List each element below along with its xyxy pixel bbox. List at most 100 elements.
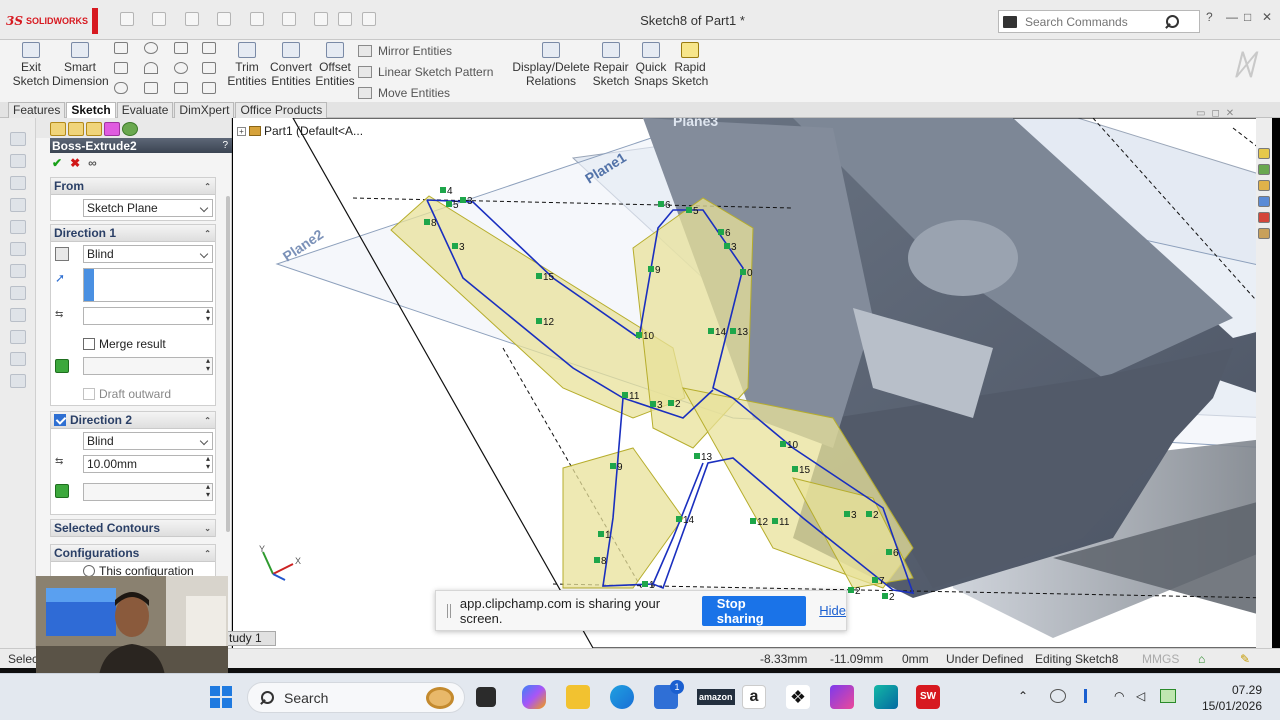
draft-outward-checkbox[interactable] [83, 388, 95, 400]
draft-icon[interactable] [55, 359, 69, 373]
convert-entities-button[interactable]: Convert Entities [270, 40, 312, 88]
search-icon[interactable] [1165, 14, 1179, 29]
axis-tool-icon[interactable] [10, 286, 26, 300]
display-tool-icon[interactable] [10, 198, 26, 212]
relation-marker[interactable] [792, 466, 798, 472]
relation-marker[interactable] [622, 392, 628, 398]
rectangle-icon[interactable] [114, 62, 128, 74]
slot-icon[interactable] [114, 82, 128, 94]
drag-handle-icon[interactable] [447, 603, 451, 618]
direction2-draft-input[interactable] [83, 483, 213, 501]
fillet-tool-icon[interactable] [10, 220, 26, 234]
quick-snaps-button[interactable]: Quick Snaps [632, 40, 670, 88]
draft-angle-input[interactable] [83, 357, 213, 375]
tab-dimxpert[interactable]: DimXpert [174, 102, 235, 118]
circle-icon[interactable] [144, 42, 158, 54]
relation-marker[interactable] [642, 581, 648, 587]
file-explorer-icon[interactable] [566, 685, 590, 709]
selected-contours-header[interactable]: Selected Contours ⌄ [51, 520, 215, 537]
viewport-restore-icon[interactable]: ◻ [1211, 108, 1219, 119]
exit-sketch-button[interactable]: Exit Sketch [12, 40, 50, 88]
plane3-label[interactable]: Plane3 [673, 118, 718, 129]
view-palette-icon[interactable] [1258, 212, 1270, 223]
relation-marker[interactable] [686, 207, 692, 213]
collapse-icon[interactable]: ⌃ [204, 549, 211, 558]
relation-marker[interactable] [636, 332, 642, 338]
repair-sketch-button[interactable]: Repair Sketch [592, 40, 630, 88]
line-icon[interactable] [114, 42, 128, 54]
configuration-manager-tab-icon[interactable] [86, 122, 102, 136]
relation-marker[interactable] [668, 400, 674, 406]
relation-marker[interactable] [724, 243, 730, 249]
relation-marker[interactable] [848, 587, 854, 593]
minimize-icon[interactable]: — [1226, 10, 1238, 24]
help-icon[interactable]: ? [222, 140, 228, 151]
measure-tool-icon[interactable] [10, 308, 26, 322]
wifi-icon[interactable]: ◠ [1114, 689, 1130, 703]
spline-icon[interactable] [174, 42, 188, 54]
relation-marker[interactable] [694, 453, 700, 459]
relation-marker[interactable] [594, 557, 600, 563]
resources-icon[interactable] [1258, 164, 1270, 175]
system-clock[interactable]: 07.29 15/01/2026 [1198, 682, 1262, 714]
polygon-icon[interactable] [144, 82, 158, 94]
rebuild-status-icon[interactable]: ⌂ [1198, 652, 1205, 666]
search-commands-box[interactable] [998, 10, 1200, 33]
viewport-tile-icon[interactable]: ▭ [1196, 108, 1205, 119]
chamfer-tool-icon[interactable] [10, 242, 26, 256]
relation-marker[interactable] [866, 511, 872, 517]
configurations-header[interactable]: Configurations ⌃ [51, 545, 215, 562]
tab-evaluate[interactable]: Evaluate [116, 102, 174, 118]
relation-marker[interactable] [536, 273, 542, 279]
from-select[interactable]: Sketch Plane [83, 199, 213, 217]
relation-marker[interactable] [648, 266, 654, 272]
home-icon[interactable] [1258, 148, 1270, 159]
dimension-tool-icon[interactable] [10, 154, 26, 168]
direction2-header[interactable]: Direction 2 ⌃ [51, 412, 215, 429]
trim-entities-button[interactable]: Trim Entities [226, 40, 268, 88]
relation-marker[interactable] [536, 318, 542, 324]
relation-marker[interactable] [780, 441, 786, 447]
tab-sketch[interactable]: Sketch [66, 102, 116, 118]
smart-dimension-button[interactable]: Smart Dimension [52, 40, 109, 88]
collapse-icon[interactable]: ⌃ [204, 182, 211, 191]
solidworks-taskbar-icon[interactable]: SW [916, 685, 940, 709]
relation-marker[interactable] [872, 577, 878, 583]
feature-tree-root[interactable]: + Part1 (Default<A... [237, 124, 363, 138]
design-library-icon[interactable] [1258, 180, 1270, 191]
onedrive-icon[interactable] [1050, 689, 1066, 703]
display-manager-tab-icon[interactable] [122, 122, 138, 136]
tab-office-products[interactable]: Office Products [235, 102, 328, 118]
stop-sharing-button[interactable]: Stop sharing [701, 595, 807, 626]
appearances-icon[interactable] [1258, 228, 1270, 239]
depth-input[interactable] [83, 307, 213, 325]
feature-manager-tab-icon[interactable] [50, 122, 66, 136]
chevron-up-icon[interactable]: ⌃ [1018, 689, 1034, 703]
edge-browser-icon[interactable] [610, 685, 634, 709]
app-icon[interactable] [874, 685, 898, 709]
clipchamp-icon[interactable] [830, 685, 854, 709]
section-tool-icon[interactable] [10, 330, 26, 344]
relation-marker[interactable] [844, 511, 850, 517]
merge-result-checkbox[interactable] [83, 338, 95, 350]
tab-features[interactable]: Features [8, 102, 66, 118]
relation-marker[interactable] [886, 549, 892, 555]
viewport-close-icon[interactable]: ✕ [1226, 108, 1234, 119]
volume-icon[interactable]: ◁ [1136, 689, 1152, 703]
relation-marker[interactable] [772, 518, 778, 524]
linear-sketch-pattern-button[interactable]: Linear Sketch Pattern [358, 61, 493, 82]
expand-icon[interactable]: ⌄ [204, 524, 211, 533]
end-condition-select[interactable]: Blind [83, 245, 213, 263]
appearance-tool-icon[interactable] [10, 352, 26, 366]
amazon-shopping-icon[interactable]: a [742, 685, 766, 709]
cancel-x-icon[interactable]: ✖ [70, 156, 80, 170]
collapse-icon[interactable]: ⌃ [204, 416, 211, 425]
copilot-icon[interactable] [522, 685, 546, 709]
task-view-icon[interactable] [476, 687, 496, 707]
plane-tool-icon[interactable] [10, 264, 26, 278]
relation-marker[interactable] [708, 328, 714, 334]
relation-tool-icon[interactable] [10, 176, 26, 190]
relation-marker[interactable] [882, 593, 888, 599]
relation-marker[interactable] [460, 197, 466, 203]
unit-system[interactable]: MMGS [1142, 652, 1179, 666]
